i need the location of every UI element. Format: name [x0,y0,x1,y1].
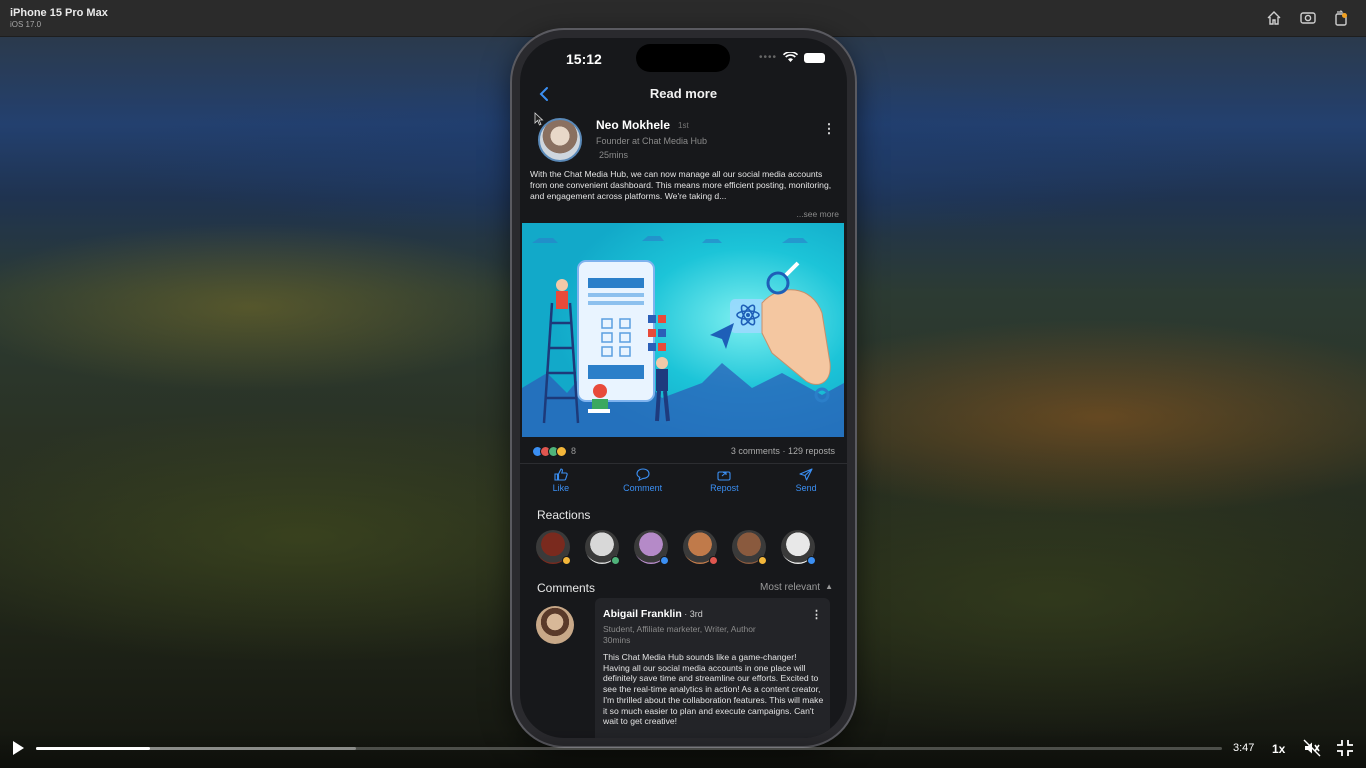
comment-card: Abigail Franklin · 3rd Student, Affiliat… [595,598,830,738]
comment-button[interactable]: Comment [602,468,684,502]
connection-degree: 1st [678,121,689,130]
rotate-icon[interactable] [1332,9,1350,27]
commenter-degree: · 3rd [681,609,703,619]
os-version: iOS 17.0 [10,20,42,29]
post-time: 25mins [599,150,629,160]
time-remaining: 3:47 [1233,742,1255,754]
post-text: With the Chat Media Hub, we can now mana… [530,169,832,201]
commenter-avatar[interactable] [536,606,574,644]
mouse-cursor-icon [534,112,544,126]
reaction-badge-icon [562,556,571,565]
screenshot-icon[interactable] [1299,9,1317,27]
comment-label: Comment [623,483,663,493]
battery-icon [804,52,825,63]
stats-separator: · [782,446,786,456]
muted-speaker-icon[interactable] [1303,739,1321,757]
send-label: Send [795,483,817,493]
thumbs-up-icon [554,468,568,481]
reaction-count: 8 [571,446,577,456]
more-options-icon[interactable]: ⋮ [821,121,837,137]
status-icons: •••• [759,52,825,63]
repost-count[interactable]: 129 reposts [788,446,835,456]
reaction-icons [532,446,567,457]
comments-heading: Comments [537,581,596,595]
phone-frame: 15:12 •••• Read more Neo Mokhele 1st Fou… [512,30,855,746]
comment-count[interactable]: 3 comments [731,446,780,456]
phone-screen: 15:12 •••• Read more Neo Mokhele 1st Fou… [520,38,847,738]
status-time: 15:12 [566,51,602,67]
reaction-avatar[interactable] [781,530,816,565]
reaction-avatar[interactable] [536,530,571,565]
reaction-badge-icon [660,556,669,565]
author-headline: Founder at Chat Media Hub [596,136,708,146]
repost-icon [717,471,731,481]
reaction-badge-icon [709,556,718,565]
dynamic-island [636,44,730,72]
play-icon[interactable] [11,740,25,756]
reaction-avatars-list [536,530,816,565]
reaction-badge-icon [758,556,767,565]
commenter-role: Student, Affiliate marketer, Writer, Aut… [603,624,756,634]
repost-button[interactable]: Repost [684,468,766,502]
comment-more-icon[interactable]: ⋮ [811,608,822,621]
video-controls: 3:47 1x [0,728,1366,768]
reaction-badge-icon [611,556,620,565]
wifi-icon [783,52,798,62]
device-name: iPhone 15 Pro Max [10,7,108,19]
comment-text: This Chat Media Hub sounds like a game-c… [603,652,824,727]
reactions-summary[interactable]: 8 3 comments · 129 reposts [520,440,847,464]
repost-label: Repost [710,483,739,493]
post-actions: Like Comment Repost Send [520,468,847,502]
engagement-stats[interactable]: 3 comments · 129 reposts [731,446,835,456]
author-avatar[interactable] [538,118,582,162]
exit-fullscreen-icon[interactable] [1336,739,1354,757]
reaction-avatar[interactable] [732,530,767,565]
comment-time: 30mins [603,635,631,645]
reaction-avatar[interactable] [634,530,669,565]
notification-dot [1342,13,1347,18]
home-icon[interactable] [1265,9,1283,27]
playback-speed-button[interactable]: 1x [1272,742,1285,756]
post-illustration[interactable] [522,223,844,437]
send-button[interactable]: Send [765,468,847,502]
see-more-link[interactable]: ...see more [796,209,839,219]
sort-dropdown[interactable]: Most relevant ▲ [760,582,833,593]
author-name[interactable]: Neo Mokhele [596,118,670,132]
progress-bar [36,747,150,750]
like-label: Like [552,483,570,493]
sort-arrows-icon: ▲ [825,582,833,591]
reactions-heading: Reactions [537,508,591,522]
reaction-avatar[interactable] [585,530,620,565]
signal-icon: •••• [758,52,777,63]
commenter-name[interactable]: Abigail Franklin [603,608,682,620]
seek-bar[interactable] [36,747,1222,750]
send-icon [799,468,813,481]
commenter-name-line: Abigail Franklin · 3rd [603,608,703,620]
comment-icon [636,468,650,481]
like-button[interactable]: Like [520,468,602,502]
reaction-badge-icon [807,556,816,565]
reaction-avatar[interactable] [683,530,718,565]
sort-label: Most relevant [760,582,821,593]
page-title: Read more [649,86,718,101]
